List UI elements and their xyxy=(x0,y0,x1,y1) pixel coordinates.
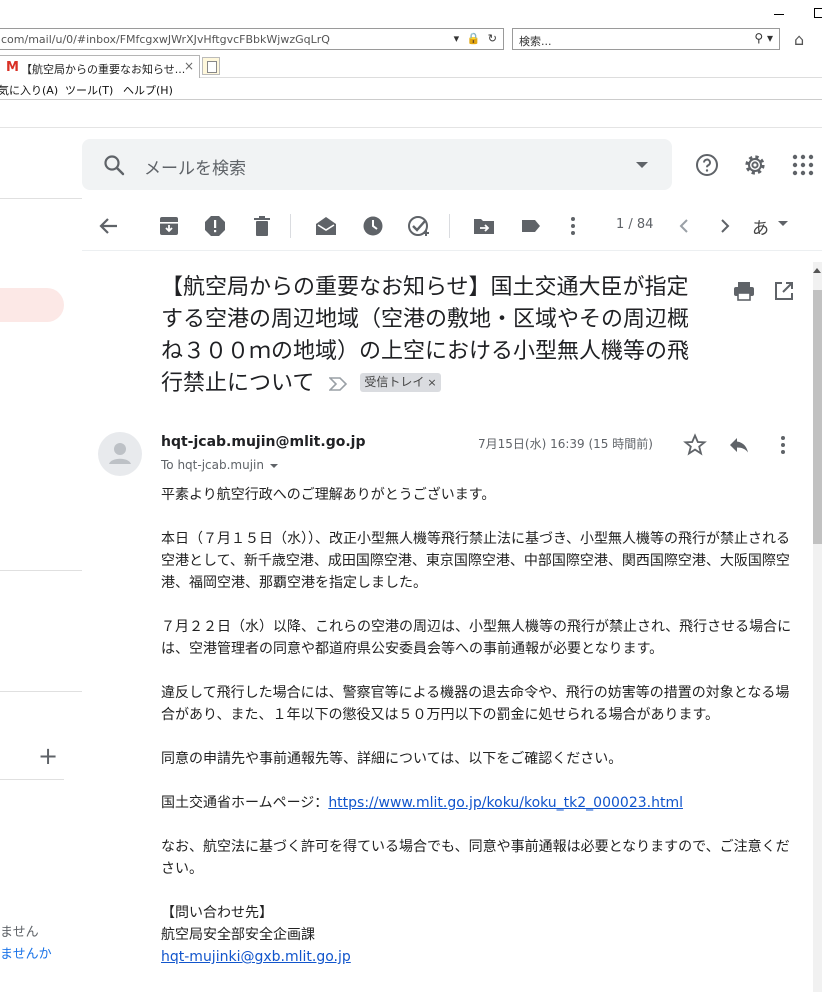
body-paragraph: 平素より航空行政へのご理解ありがとうございます。 xyxy=(161,487,496,503)
help-icon[interactable] xyxy=(694,152,720,178)
browser-search-placeholder[interactable]: 検索... xyxy=(519,33,552,49)
body-paragraph: 本日（７月１５日（水））、改正小型無人機等飛行禁止法に基づき、小型無人機等の飛行… xyxy=(161,531,791,591)
mlit-homepage-link[interactable]: https://www.mlit.go.jp/koku/koku_tk2_000… xyxy=(328,795,683,811)
maximize-button[interactable] xyxy=(814,8,822,18)
body-paragraph: ７月２２日（水）以降、これらの空港の周辺は、小型無人機等の飛行が禁止され、飛行さ… xyxy=(161,619,792,657)
sidebar-divider xyxy=(0,779,64,780)
tab-gmail[interactable]: M 【航空局からの重要なお知らせ... × xyxy=(0,55,200,78)
sidebar-divider xyxy=(0,570,82,571)
menu-help[interactable]: ヘルプ(H) xyxy=(123,82,173,98)
archive-icon[interactable] xyxy=(157,214,181,238)
mark-unread-icon[interactable] xyxy=(314,214,338,238)
star-icon[interactable] xyxy=(683,433,707,457)
menu-bar: 気に入り(A) ツール(T) ヘルプ(H) xyxy=(0,78,822,100)
address-controls[interactable]: ▾ 🔒 ↻ xyxy=(454,32,499,45)
toolbar-divider xyxy=(290,214,291,238)
message-more-options-icon[interactable] xyxy=(771,433,795,457)
label-chip-text: 受信トレイ xyxy=(364,374,425,389)
more-options-icon[interactable] xyxy=(561,214,585,238)
tab-title[interactable]: 【航空局からの重要なお知らせ... xyxy=(21,61,185,77)
body-paragraph: 違反して飛行した場合には、警察官等による機器の退去命令や、飛行の妨害等の措置の対… xyxy=(161,685,790,723)
print-icon[interactable] xyxy=(733,280,755,302)
contact-department: 航空局安全部安全企画課 xyxy=(161,927,315,943)
scroll-up-arrow-icon[interactable] xyxy=(813,268,821,273)
message-date: 7月15日(水) 16:39 (15 時間前) xyxy=(478,437,653,451)
sidebar-divider xyxy=(0,198,82,199)
home-icon[interactable]: ⌂ xyxy=(794,30,812,49)
chevron-right-icon[interactable] xyxy=(713,214,737,238)
minimize-button[interactable] xyxy=(774,6,786,16)
snooze-clock-icon[interactable] xyxy=(361,214,385,238)
scrollbar-thumb[interactable] xyxy=(813,290,822,544)
sender-avatar[interactable] xyxy=(98,432,142,476)
email-subject-block: 【航空局からの重要なお知らせ】国土交通大臣が指定する空港の周辺地域（空港の敷地・… xyxy=(161,272,709,400)
chevron-left-icon[interactable] xyxy=(672,214,696,238)
add-to-tasks-icon[interactable] xyxy=(407,214,431,238)
browser-search-box[interactable]: 検索... ⚲ ▾ xyxy=(512,28,780,50)
person-icon xyxy=(109,443,131,464)
email-body: 平素より航空行政へのご理解ありがとうございます。 本日（７月１５日（水））、改正… xyxy=(161,484,801,968)
settings-gear-icon[interactable] xyxy=(742,152,768,178)
label-tag-icon[interactable] xyxy=(519,214,543,238)
add-label-button[interactable]: + xyxy=(38,742,58,770)
mail-search-placeholder[interactable]: メールを検索 xyxy=(144,154,246,179)
sidebar-item-inbox[interactable] xyxy=(0,288,64,322)
mail-search-box[interactable]: メールを検索 xyxy=(82,139,672,190)
input-tools-dropdown-icon[interactable] xyxy=(778,221,788,226)
recipient-text: To hqt-jcab.mujin xyxy=(161,458,264,472)
body-paragraph: 同意の申請先や事前通報先等、詳細については、以下をご確認ください。 xyxy=(161,751,623,767)
move-to-icon[interactable] xyxy=(472,214,496,238)
toolbar-divider xyxy=(449,214,450,238)
browser-search-controls[interactable]: ⚲ ▾ xyxy=(754,31,773,45)
remove-label-icon[interactable]: × xyxy=(427,376,436,389)
window-titlebar xyxy=(0,0,822,28)
input-tools-button[interactable]: あ xyxy=(752,214,769,239)
sidebar-text: ません xyxy=(0,925,39,940)
address-bar[interactable]: com/mail/u/0/#inbox/FMfcgxwJWrXJvHftgvcF… xyxy=(0,28,504,50)
new-tab-icon[interactable] xyxy=(202,57,220,75)
apps-grid-icon[interactable] xyxy=(790,152,816,178)
menu-favorites[interactable]: 気に入り(A) xyxy=(0,82,58,98)
command-bar xyxy=(0,100,822,128)
sidebar-divider xyxy=(0,691,82,692)
contact-email-link[interactable]: hqt-mujinki@gxb.mlit.go.jp xyxy=(161,949,351,965)
recipient-line[interactable]: To hqt-jcab.mujin xyxy=(161,458,278,472)
open-in-new-window-icon[interactable] xyxy=(773,280,795,302)
report-spam-icon[interactable] xyxy=(203,214,227,238)
reply-icon[interactable] xyxy=(727,433,751,457)
contact-heading: 【問い合わせ先】 xyxy=(161,905,273,921)
address-url[interactable]: com/mail/u/0/#inbox/FMfcgxwJWrXJvHftgvcF… xyxy=(1,33,330,46)
link-prefix: 国土交通省ホームページ： xyxy=(161,795,329,811)
sidebar-link[interactable]: ませんか xyxy=(0,943,52,962)
body-paragraph-link: 国土交通省ホームページ：https://www.mlit.go.jp/koku/… xyxy=(161,792,801,814)
show-details-dropdown-icon[interactable] xyxy=(270,463,278,468)
pagination-count: 1 / 84 xyxy=(616,217,654,232)
sender-email[interactable]: hqt-jcab.mujin@mlit.go.jp xyxy=(161,434,365,450)
importance-marker-icon[interactable] xyxy=(329,377,349,391)
menu-tools[interactable]: ツール(T) xyxy=(65,82,113,98)
back-arrow-icon[interactable] xyxy=(97,214,121,238)
delete-trash-icon[interactable] xyxy=(250,214,274,238)
label-chip-inbox[interactable]: 受信トレイ × xyxy=(360,372,441,392)
gmail-favicon-icon: M xyxy=(6,60,19,75)
tab-bar: M 【航空局からの重要なお知らせ... × xyxy=(0,54,822,78)
toolbar-divider xyxy=(82,250,822,251)
body-paragraph: なお、航空法に基づく許可を得ている場合でも、同意や事前通報は必要となりますので、… xyxy=(161,839,790,877)
search-icon[interactable] xyxy=(102,153,126,177)
tab-close-icon[interactable]: × xyxy=(184,59,194,73)
search-options-dropdown-icon[interactable] xyxy=(632,155,652,175)
